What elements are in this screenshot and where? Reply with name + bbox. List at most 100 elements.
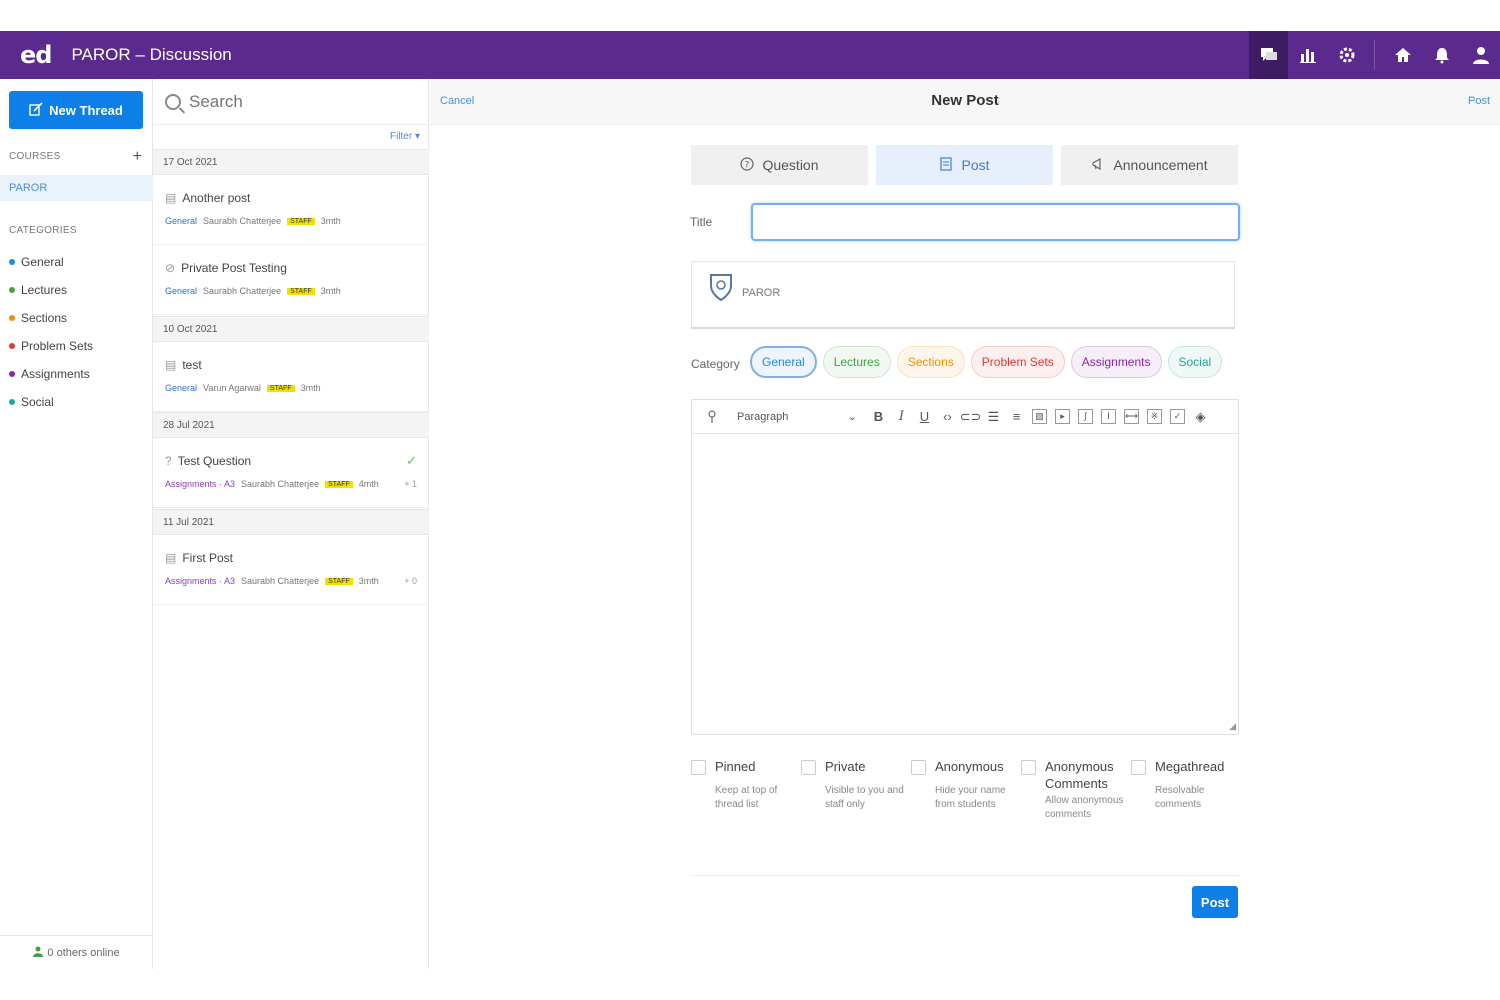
bold-icon[interactable]: B <box>867 405 890 429</box>
image-icon[interactable]: ▨ <box>1028 405 1051 429</box>
edit-icon <box>29 101 43 119</box>
link-icon[interactable]: ⊂⊃ <box>959 405 982 429</box>
thread-author: Saurabh Chatterjee <box>241 479 320 489</box>
category-chip[interactable]: Assignments <box>1070 346 1162 378</box>
thread-item[interactable]: ▤ First Post Assignments · A3 Saurabh Chatt… <box>153 535 429 605</box>
more-options-icon[interactable]: ◈ <box>1189 405 1212 429</box>
divider <box>691 875 1239 876</box>
code-icon[interactable]: ‹› <box>936 405 959 429</box>
course-item[interactable]: PAROR <box>0 175 153 201</box>
private-post-icon: ⊘ <box>165 261 176 275</box>
math-icon[interactable]: ∫ <box>1074 405 1097 429</box>
thread-count: + 0 <box>404 576 417 586</box>
thread-title-row: ⊘ Private Post Testing <box>165 261 287 275</box>
courses-heading: COURSES <box>9 151 61 162</box>
home-icon[interactable] <box>1383 31 1422 79</box>
staff-badge: STAFF <box>325 480 353 488</box>
search-input[interactable] <box>189 91 409 112</box>
date-group-header: 17 Oct 2021 <box>153 149 429 175</box>
thread-item[interactable]: ⊘ Private Post Testing General Saurabh Chat… <box>153 245 429 315</box>
pen-icon[interactable] <box>700 405 723 429</box>
category-dot-icon <box>9 343 15 349</box>
thread-author: Saurabh Chatterjee <box>203 286 282 296</box>
editor-body[interactable] <box>692 435 1238 733</box>
thread-meta: General Varun Agarwal STAFF 3mth <box>165 383 321 393</box>
category-dot-icon <box>9 399 15 405</box>
thread-category: Assignments · A3 <box>165 479 236 489</box>
embed-icon[interactable]: ⟷ <box>1120 405 1143 429</box>
search-icon <box>165 93 181 110</box>
thread-meta: Assignments · A3 Saurabh Chatterjee STAFF 3… <box>165 576 379 586</box>
course-selector[interactable]: PAROR <box>691 261 1235 329</box>
paragraph-select-value: Paragraph <box>737 410 789 423</box>
italic-icon[interactable]: I <box>890 405 913 429</box>
chevron-down-icon: ⌄ <box>847 411 857 423</box>
option-checkbox[interactable] <box>911 760 926 775</box>
sidebar-category-item[interactable]: Problem Sets <box>9 339 93 353</box>
option-description: Resolvable comments <box>1155 785 1205 810</box>
category-dot-icon <box>9 287 15 293</box>
paragraph-select[interactable]: Paragraph ⌄ <box>737 410 857 424</box>
category-chip[interactable]: Sections <box>896 346 965 378</box>
course-name: PAROR <box>742 287 781 299</box>
option-checkbox[interactable] <box>1021 760 1036 775</box>
option-label: Anonymous Comments <box>1045 759 1114 791</box>
category-chip[interactable]: Lectures <box>822 346 891 378</box>
option-checkbox[interactable] <box>691 760 706 775</box>
category-dot-icon <box>9 259 15 265</box>
sidebar-category-item[interactable]: Lectures <box>9 283 67 297</box>
thread-item[interactable]: ▤ Another post General Saurabh Chatterjee ST… <box>153 175 429 245</box>
sidebar-category-item[interactable]: Social <box>9 395 54 409</box>
new-thread-button[interactable]: New Thread <box>9 91 143 129</box>
tab-announcement-label: Announcement <box>1113 157 1208 173</box>
tab-question[interactable]: ? Question <box>691 145 868 185</box>
spoiler-icon[interactable]: ※ <box>1143 405 1166 429</box>
tab-post[interactable]: Post <box>876 145 1053 185</box>
bell-icon[interactable] <box>1422 31 1461 79</box>
thread-title: test <box>182 358 202 372</box>
discussion-icon[interactable] <box>1249 31 1288 79</box>
category-chip[interactable]: Social <box>1167 346 1223 378</box>
user-icon[interactable] <box>1461 31 1500 79</box>
category-chip[interactable]: Problem Sets <box>970 346 1065 378</box>
category-chip[interactable]: General <box>750 346 817 378</box>
underline-icon[interactable]: U <box>913 405 936 429</box>
option-checkbox[interactable] <box>801 760 816 775</box>
question-icon: ? <box>740 156 755 174</box>
sidebar-category-item[interactable]: General <box>9 255 64 269</box>
table-icon[interactable]: Ⅰ <box>1097 405 1120 429</box>
thread-item[interactable]: ▤ test General Varun Agarwal STAFF 3mth <box>153 342 429 412</box>
bullet-list-icon[interactable]: ☰ <box>982 405 1005 429</box>
callout-icon[interactable]: ✓ <box>1166 405 1189 429</box>
staff-badge: STAFF <box>287 287 315 295</box>
post-editor: Paragraph ⌄ B I U ‹› ⊂⊃ ☰ ≡ ▨ ▸ ∫ Ⅰ ⟷ ※ … <box>691 399 1239 735</box>
resize-handle-icon[interactable]: ◢ <box>1229 721 1236 732</box>
option-checkbox[interactable] <box>1131 760 1146 775</box>
category-label: Lectures <box>21 283 68 297</box>
editor-toolbar: Paragraph ⌄ B I U ‹› ⊂⊃ ☰ ≡ ▨ ▸ ∫ Ⅰ ⟷ ※ … <box>692 400 1238 434</box>
settings-icon[interactable] <box>1327 31 1366 79</box>
thread-time: 3mth <box>358 576 379 586</box>
option-label: Private <box>825 759 866 774</box>
analytics-icon[interactable] <box>1288 31 1327 79</box>
thread-category: Assignments · A3 <box>165 576 236 586</box>
svg-text:?: ? <box>745 160 750 170</box>
video-icon[interactable]: ▸ <box>1051 405 1074 429</box>
online-status: 0 others online <box>0 935 153 969</box>
staff-badge: STAFF <box>325 577 353 585</box>
add-course-icon[interactable]: + <box>133 148 142 166</box>
filter-button[interactable]: Filter ▾ <box>390 131 420 142</box>
post-link[interactable]: Post <box>1468 95 1490 107</box>
sidebar-category-item[interactable]: Assignments <box>9 367 90 381</box>
submit-post-button[interactable]: Post <box>1192 886 1238 918</box>
title-input[interactable] <box>751 203 1240 241</box>
sidebar-category-item[interactable]: Sections <box>9 311 67 325</box>
ed-logo[interactable]: ed <box>20 41 52 69</box>
numbered-list-icon[interactable]: ≡ <box>1005 405 1028 429</box>
tab-announcement[interactable]: Announcement <box>1061 145 1238 185</box>
thread-title: Private Post Testing <box>181 261 287 275</box>
thread-item[interactable]: ? Test Question Assignments · A3 Saurabh Ch… <box>153 438 429 508</box>
post-icon: ▤ <box>165 551 177 565</box>
user-online-icon <box>33 946 44 960</box>
thread-author: Saurabh Chatterjee <box>203 216 282 226</box>
